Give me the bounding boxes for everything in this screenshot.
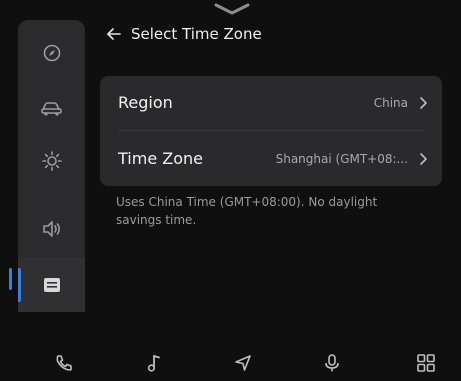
settings-list-icon [43, 278, 60, 292]
compass-icon [43, 44, 60, 62]
region-label: Region [118, 93, 173, 112]
chevron-right-icon [420, 97, 427, 109]
sidebar-item-sound[interactable] [18, 202, 85, 256]
dock-navigation-button[interactable] [229, 350, 257, 376]
region-value: China [373, 96, 408, 110]
sidebar-item-display[interactable] [18, 134, 85, 188]
dock-music-button[interactable] [140, 350, 168, 376]
timezone-label: Time Zone [118, 149, 203, 168]
active-indicator [18, 268, 21, 302]
sidebar-item-compass[interactable] [18, 26, 85, 80]
phone-icon [56, 355, 72, 371]
music-note-icon [147, 355, 160, 372]
navigation-arrow-icon [235, 355, 251, 371]
timezone-value: Shanghai (GMT+08:... [275, 152, 408, 166]
dock-voice-button[interactable] [318, 350, 346, 376]
timezone-row[interactable]: Time Zone Shanghai (GMT+08:... [100, 132, 442, 186]
timezone-note: Uses China Time (GMT+08:00). No daylight… [116, 195, 378, 227]
sidebar-item-settings[interactable] [18, 258, 85, 312]
car-icon [40, 102, 62, 116]
row-divider [118, 130, 424, 131]
region-row[interactable]: Region China [100, 76, 442, 130]
sidebar-item-vehicle[interactable] [18, 80, 85, 134]
chevron-right-icon [420, 153, 427, 165]
pull-down-handle-icon[interactable] [208, 2, 256, 16]
apps-grid-icon [417, 354, 435, 372]
speaker-icon [42, 221, 60, 237]
arrow-left-icon [107, 28, 121, 40]
microphone-icon [325, 354, 339, 372]
page-title: Select Time Zone [131, 25, 262, 43]
brightness-icon [41, 151, 62, 171]
settings-card: Region China Time Zone Shanghai (GMT+08:… [100, 76, 442, 186]
dock-phone-button[interactable] [50, 350, 78, 376]
left-edge-accent [9, 268, 12, 290]
bottom-dock [0, 340, 461, 381]
sidebar [18, 20, 85, 312]
dock-apps-button[interactable] [412, 350, 440, 376]
back-button[interactable] [102, 22, 126, 46]
